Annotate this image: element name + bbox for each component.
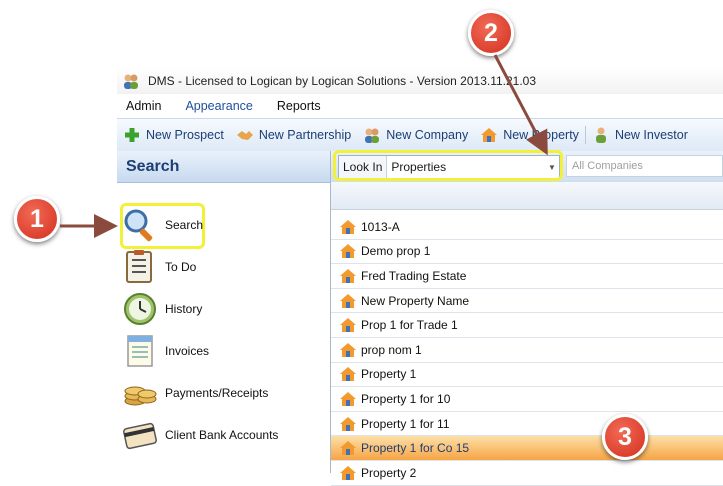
property-row[interactable]: prop nom 1 — [331, 338, 723, 363]
house-icon — [480, 126, 498, 144]
new-investor-label: New Investor — [614, 128, 688, 142]
nav-item-history[interactable]: History — [122, 291, 202, 327]
property-row[interactable]: Prop 1 for Trade 1 — [331, 313, 723, 338]
callout-3: 3 — [602, 414, 648, 460]
property-name: Property 1 — [361, 367, 417, 382]
property-row[interactable]: Property 1 — [331, 363, 723, 388]
right-pane: Look In Properties ▼ All Companies 1013-… — [331, 150, 723, 486]
nav-item-client-bank-accounts[interactable]: Client Bank Accounts — [122, 417, 278, 453]
nav-item-todo[interactable]: To Do — [122, 249, 196, 285]
title-bar: DMS - Licensed to Logican by Logican Sol… — [117, 67, 723, 95]
look-in-highlight — [333, 150, 563, 181]
clock-icon — [122, 291, 158, 327]
new-partnership-label: New Partnership — [258, 128, 352, 142]
nav-item-client-bank-accounts-label: Client Bank Accounts — [165, 428, 279, 442]
property-name: New Property Name — [361, 293, 470, 308]
card-icon — [122, 417, 158, 453]
plus-icon — [123, 126, 141, 144]
house-icon — [339, 317, 357, 333]
property-list: 1013-A Demo prop 1 Fred Trading Estate New … — [331, 215, 723, 486]
menu-admin[interactable]: Admin — [126, 99, 161, 113]
house-icon — [339, 366, 357, 382]
nav-item-search[interactable]: Search — [122, 207, 203, 243]
house-icon — [339, 293, 357, 309]
checklist-icon — [122, 249, 158, 285]
magnifier-icon — [122, 207, 158, 243]
callout-1: 1 — [14, 196, 60, 242]
coins-icon — [122, 375, 158, 411]
left-pane: Search Search To Do History Invoices Pay… — [117, 151, 331, 473]
app-window: DMS - Licensed to Logican by Logican Sol… — [117, 67, 723, 486]
person-icon — [592, 126, 610, 144]
house-icon — [339, 416, 357, 432]
property-row[interactable]: Demo prop 1 — [331, 240, 723, 265]
callout-2: 2 — [468, 10, 514, 56]
nav-item-payments-label: Payments/Receipts — [165, 386, 269, 400]
property-name: Property 1 for 10 — [361, 391, 451, 406]
filter-bar: Look In Properties ▼ All Companies — [331, 150, 723, 183]
property-name: Property 1 for Co 15 — [361, 441, 470, 456]
house-icon — [339, 243, 357, 259]
property-row[interactable]: Property 1 for 11 — [331, 412, 723, 437]
property-name: prop nom 1 — [361, 342, 422, 357]
house-icon — [339, 219, 357, 235]
nav-item-invoices[interactable]: Invoices — [122, 333, 209, 369]
property-row[interactable]: Property 1 for Co 15 — [331, 436, 723, 461]
people-icon — [363, 126, 381, 144]
left-pane-header: Search — [117, 151, 330, 183]
new-prospect-button[interactable]: New Prospect — [123, 126, 224, 144]
company-filter[interactable]: All Companies — [566, 155, 723, 177]
grid-header — [331, 182, 723, 210]
nav-item-search-label: Search — [165, 218, 204, 232]
property-row[interactable]: 1013-A — [331, 215, 723, 240]
handshake-icon — [236, 126, 254, 144]
property-row[interactable]: Fred Trading Estate — [331, 264, 723, 289]
house-icon — [339, 268, 357, 284]
window-title: DMS - Licensed to Logican by Logican Sol… — [148, 73, 537, 88]
people-app-icon — [122, 72, 140, 90]
property-name: Prop 1 for Trade 1 — [361, 318, 458, 333]
menu-appearance[interactable]: Appearance — [185, 99, 252, 113]
property-row[interactable]: Property 2 — [331, 461, 723, 486]
menu-bar: Admin Appearance Reports — [117, 94, 723, 118]
nav-item-todo-label: To Do — [165, 260, 197, 274]
new-property-label: New Property — [503, 128, 579, 142]
property-name: 1013-A — [361, 219, 400, 234]
property-name: Property 1 for 11 — [361, 416, 450, 431]
property-name: Fred Trading Estate — [361, 268, 467, 283]
nav-item-invoices-label: Invoices — [165, 344, 210, 358]
menu-reports[interactable]: Reports — [277, 99, 321, 113]
property-name: Demo prop 1 — [361, 244, 431, 259]
new-prospect-label: New Prospect — [146, 128, 224, 142]
toolbar-separator — [584, 126, 586, 144]
new-company-button[interactable]: New Company — [363, 126, 468, 144]
nav-item-payments[interactable]: Payments/Receipts — [122, 375, 268, 411]
new-property-button[interactable]: New Property — [480, 126, 579, 144]
new-investor-button[interactable]: New Investor — [592, 126, 688, 144]
property-row[interactable]: Property 1 for 10 — [331, 387, 723, 412]
new-partnership-button[interactable]: New Partnership — [236, 126, 351, 144]
house-icon — [339, 342, 357, 358]
new-company-label: New Company — [386, 128, 469, 142]
invoice-icon — [122, 333, 158, 369]
house-icon — [339, 391, 357, 407]
nav-item-history-label: History — [165, 302, 203, 316]
property-row[interactable]: New Property Name — [331, 289, 723, 314]
house-icon — [339, 440, 357, 456]
toolbar: New Prospect New Partnership New Company… — [117, 118, 723, 152]
